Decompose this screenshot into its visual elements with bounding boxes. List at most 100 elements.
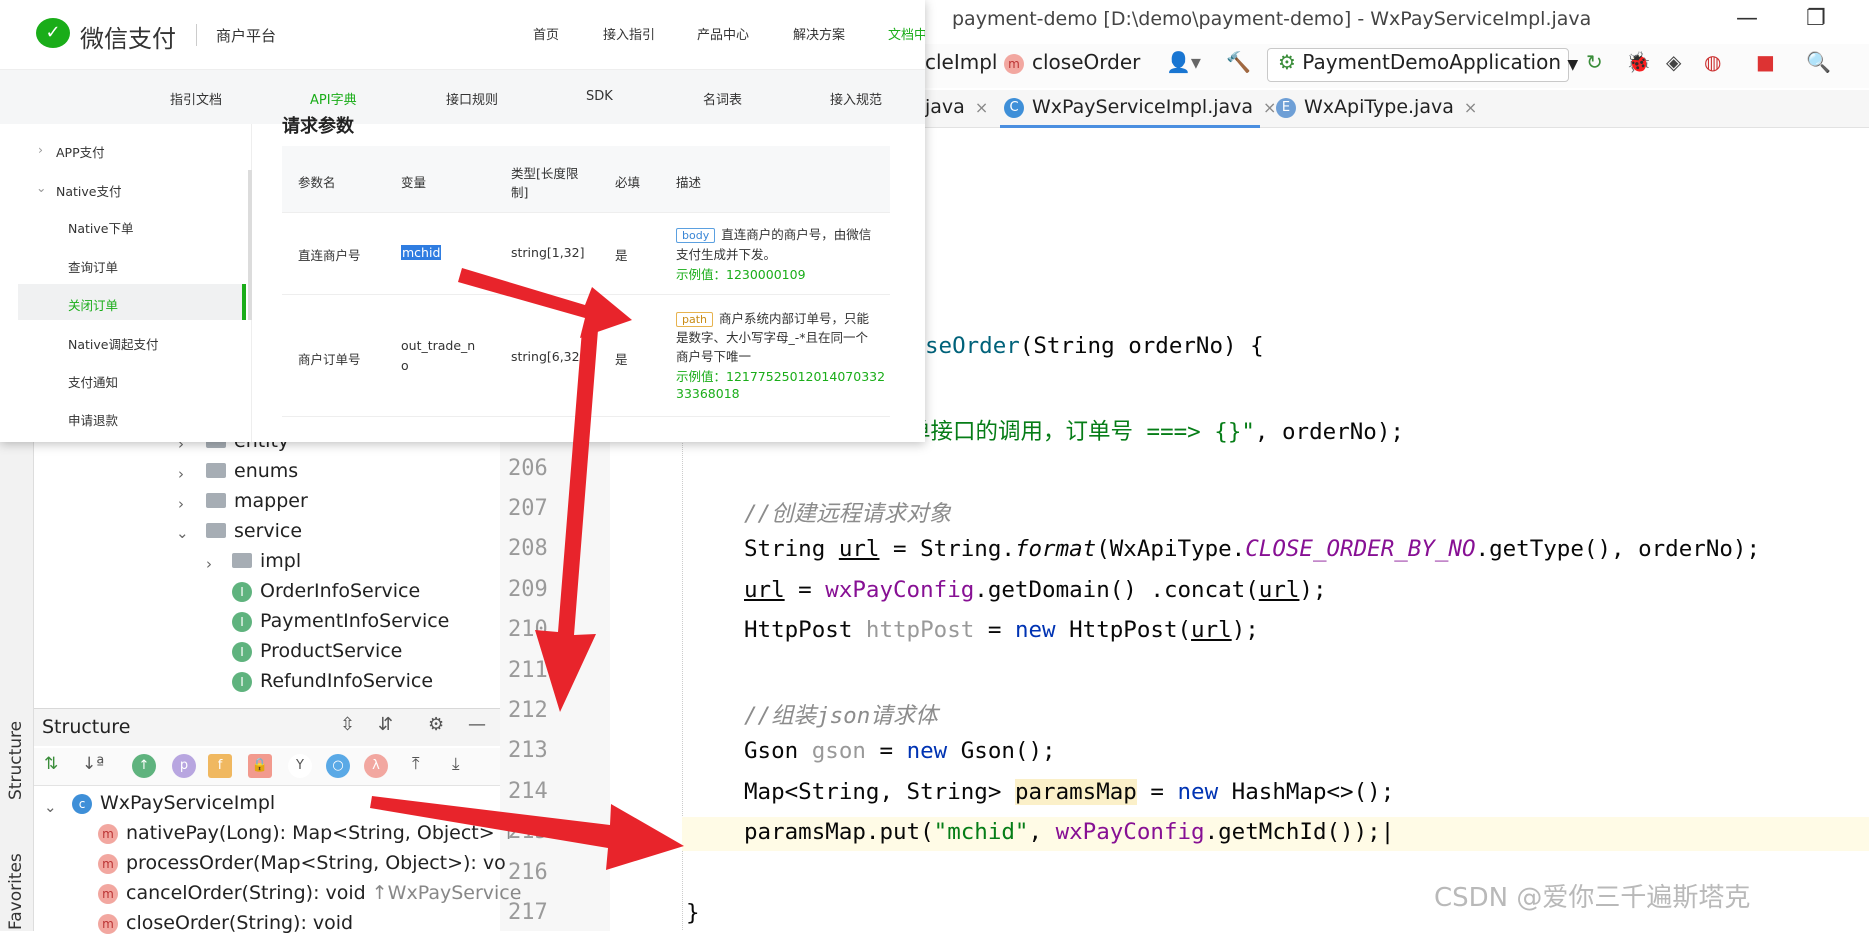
chevron-down-icon[interactable]: ⌄ [176,524,189,542]
sidebar-item-query-order[interactable]: 查询订单 [68,257,118,276]
tree-item-impl[interactable]: impl [232,550,301,572]
folder-icon [206,523,226,538]
tree-item-enums[interactable]: enums [206,460,298,482]
wechat-pay-logo-text[interactable]: 微信支付 [80,19,176,54]
structure-tool-tab[interactable]: Structure [6,721,26,800]
folder-icon [206,493,226,508]
structure-item[interactable]: m processOrder(Map<String, Object>): vo [98,852,506,874]
structure-root[interactable]: c WxPayServiceImpl [72,792,275,814]
stop-icon[interactable]: ■ [1756,50,1775,74]
tree-item-paymentinfoservice[interactable]: I PaymentInfoService [232,610,449,632]
show-lambdas-icon[interactable]: ○ [326,754,350,778]
search-icon[interactable]: 🔍 [1806,50,1831,74]
method-icon: m [98,824,118,844]
chevron-right-icon[interactable]: › [178,465,184,483]
class-icon: C [1004,98,1024,118]
rerun-icon[interactable]: ↻ [1586,50,1603,74]
subnav-sdk[interactable]: SDK [586,89,613,104]
close-icon[interactable]: × [1464,98,1477,117]
code-line-208: String url = String.format(WxApiType.CLO… [744,536,1761,562]
tab-java[interactable]: java × [925,92,988,126]
restore-icon[interactable]: ❐ [1806,6,1826,31]
line-number: 212 [508,698,548,723]
interface-icon: I [232,582,252,602]
spring-icon: ⚙ [1278,50,1303,74]
nav-solutions[interactable]: 解决方案 [793,24,845,43]
minimize-icon[interactable]: — [1736,6,1758,31]
show-non-public-icon[interactable]: 🔒 [248,754,272,778]
cell-description: 是数字、大小写字母_-*且在同一个 [676,330,869,345]
line-number: 215 [508,819,548,844]
structure-item[interactable]: m cancelOrder(String): void ↑WxPayService [98,882,521,904]
line-number: 207 [508,496,548,521]
breadcrumb-class[interactable]: cleImpl [925,50,998,74]
tree-item-service[interactable]: service [206,520,302,542]
subnav-glossary[interactable]: 名词表 [703,89,742,108]
tree-item-refundinfoservice[interactable]: I RefundInfoService [232,670,433,692]
cell-example: 33368018 [676,386,740,401]
chevron-right-icon[interactable]: › [38,142,43,157]
cell-description: path 商户系统内部订单号，只能 [676,308,869,327]
show-properties-icon[interactable]: p [172,754,196,778]
nav-products[interactable]: 产品中心 [697,24,749,43]
sort-visibility-icon[interactable]: ⇅ [44,754,58,774]
show-inherited-icon[interactable]: ↑ [132,754,156,778]
sidebar-item-native-pay[interactable]: Native支付 [56,181,121,200]
breadcrumb-method[interactable]: m closeOrder [1004,50,1140,74]
chevron-right-icon[interactable]: › [178,495,184,513]
nav-docs[interactable]: 文档中 [888,24,925,43]
sidebar-item-app-pay[interactable]: APP支付 [56,142,105,161]
tree-item-orderinfoservice[interactable]: I OrderInfoService [232,580,420,602]
row-divider [282,212,890,213]
collapse-all-icon[interactable]: ⇵ [378,714,393,735]
tree-item-mapper[interactable]: mapper [206,490,308,512]
th-type-cont: 制] [511,185,529,200]
autoscroll-from-source-icon[interactable]: ⤓ [452,754,460,774]
chevron-down-icon[interactable]: ⌄ [44,798,57,816]
lambda-icon[interactable]: λ [364,754,388,778]
sidebar-item-close-order[interactable]: 关闭订单 [68,295,118,314]
body-tag: body [676,228,716,243]
gear-icon[interactable]: ⚙ [428,714,444,735]
merchant-platform-label: 商户平台 [216,27,277,45]
subnav-api-dictionary[interactable]: API字典 [310,89,357,108]
chevron-down-icon[interactable]: ⌄ [36,180,46,195]
subnav-api-rules[interactable]: 接口规则 [446,89,498,108]
line-number: 208 [508,536,548,561]
nav-home[interactable]: 首页 [533,24,559,43]
show-fields-icon[interactable]: f [208,754,232,778]
hide-icon[interactable]: — [468,714,486,735]
structure-item[interactable]: m nativePay(Long): Map<String, Object> ↑ [98,822,517,844]
sort-alpha-icon[interactable]: ↓ª [82,754,104,774]
tree-item-productservice[interactable]: I ProductService [232,640,402,662]
expand-all-icon[interactable]: ⇳ [340,714,355,735]
show-anonymous-icon[interactable]: Y [288,754,312,778]
ide-window-title: payment-demo [D:\demo\payment-demo] - Wx… [952,8,1592,30]
sidebar-item-native-order[interactable]: Native下单 [68,218,133,237]
close-icon[interactable]: × [1263,98,1276,117]
subnav-access-spec[interactable]: 接入规范 [830,89,882,108]
tab-wxpayserviceimpl[interactable]: C WxPayServiceImpl.java × [1004,92,1276,126]
close-icon[interactable]: × [975,98,988,117]
favorites-tool-tab[interactable]: Favorites [6,853,26,930]
code-comment: //组装json请求体 [744,703,938,729]
code-comment: //创建远程请求对象 [744,501,952,527]
debug-icon[interactable]: 🐞 [1626,50,1651,74]
build-hammer-icon[interactable]: 🔨 [1226,50,1251,74]
tab-wxapitype[interactable]: E WxApiType.java × [1276,92,1477,126]
autoscroll-to-source-icon[interactable]: ⤒ [412,754,420,774]
nav-access-guide[interactable]: 接入指引 [603,24,655,43]
interface-icon: I [232,672,252,692]
sidebar-active-bg [18,284,246,320]
sidebar-item-pay-notify[interactable]: 支付通知 [68,372,118,391]
cell-variable-mchid[interactable]: mchid [401,245,442,260]
profile-icon[interactable]: ◍ [1704,50,1721,74]
user-icon[interactable]: 👤▾ [1166,50,1201,74]
chevron-right-icon[interactable]: › [206,555,212,573]
code-line-215: paramsMap.put("mchid", wxPayConfig.getMc… [744,819,1395,845]
sidebar-item-refund[interactable]: 申请退款 [68,410,118,429]
coverage-icon[interactable]: ◈ [1666,50,1681,74]
sidebar-item-native-invoke[interactable]: Native调起支付 [68,334,158,353]
sidebar-scrollbar[interactable] [248,170,252,320]
subnav-guide-docs[interactable]: 指引文档 [170,89,222,108]
